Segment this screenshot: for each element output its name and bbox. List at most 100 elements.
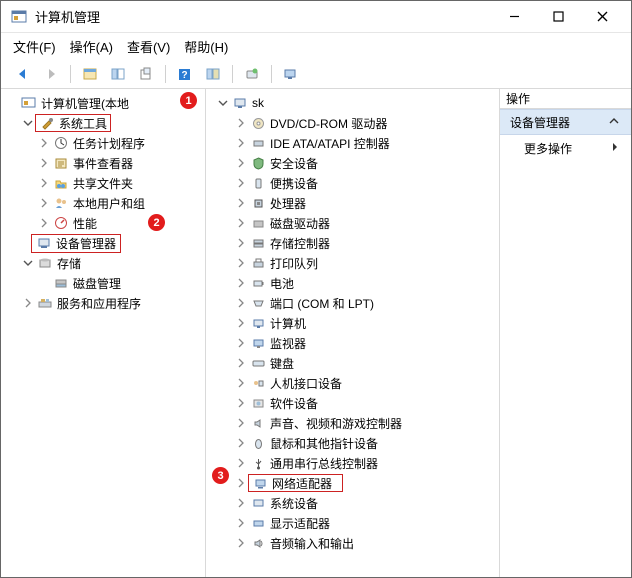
tree-services-apps[interactable]: 服务和应用程序 [3,293,203,313]
chevron-right-icon [234,216,248,230]
maximize-button[interactable] [545,4,571,30]
tree-root-computer-mgmt[interactable]: 计算机管理(本地 [3,93,203,113]
device-ide[interactable]: IDE ATA/ATAPI 控制器 [214,133,497,153]
tree-disk-management[interactable]: 磁盘管理 [3,273,203,293]
device-dvd[interactable]: DVD/CD-ROM 驱动器 [214,113,497,133]
minimize-button[interactable] [501,4,527,30]
computer-icon [232,95,248,111]
device-portable[interactable]: 便携设备 [214,173,497,193]
device-cpu[interactable]: 处理器 [214,193,497,213]
scan-hardware-button[interactable] [240,62,264,86]
device-mouse[interactable]: 鼠标和其他指针设备 [214,433,497,453]
device-audio-io[interactable]: 音频输入和输出 [214,533,497,553]
portable-icon [250,175,266,191]
forward-button[interactable] [39,62,63,86]
menu-action[interactable]: 操作(A) [70,37,113,56]
menu-view[interactable]: 查看(V) [127,37,170,56]
device-display[interactable]: 显示适配器 [214,513,497,533]
chevron-down-icon [21,256,35,270]
chevron-right-icon [234,356,248,370]
close-button[interactable] [589,4,615,30]
menu-file[interactable]: 文件(F) [13,37,56,56]
device-sysdev[interactable]: 系统设备 [214,493,497,513]
mouse-icon [250,435,266,451]
chevron-right-icon [234,176,248,190]
users-icon [53,195,69,211]
chevron-right-icon [234,336,248,350]
actions-pane: 操作 设备管理器 更多操作 [500,89,631,577]
tree-device-manager[interactable]: 设备管理器 [3,233,203,253]
disk-icon [250,215,266,231]
device-computer[interactable]: 计算机 [214,313,497,333]
keyboard-icon [250,355,266,371]
device-root[interactable]: sk [214,93,497,113]
device-network[interactable]: 网络适配器 [214,473,497,493]
display-adapter-icon [250,515,266,531]
computer-management-icon [21,95,37,111]
storage-icon [37,255,53,271]
device-keyboard[interactable]: 键盘 [214,353,497,373]
device-monitor[interactable]: 监视器 [214,333,497,353]
chevron-right-icon [234,396,248,410]
performance-icon [53,215,69,231]
menu-help[interactable]: 帮助(H) [184,37,228,56]
tree-local-users[interactable]: 本地用户和组 [3,193,203,213]
clock-icon [53,135,69,151]
device-sound[interactable]: 声音、视频和游戏控制器 [214,413,497,433]
chevron-right-icon [37,216,51,230]
device-storage-ctrl[interactable]: 存储控制器 [214,233,497,253]
software-icon [250,395,266,411]
chevron-right-icon [234,376,248,390]
chevron-right-icon [234,436,248,450]
device-manager-icon [36,235,52,251]
device-usb[interactable]: 通用串行总线控制器 [214,453,497,473]
device-diskdrive[interactable]: 磁盘驱动器 [214,213,497,233]
tree-performance[interactable]: 性能 [3,213,203,233]
chevron-right-icon [234,416,248,430]
properties-button[interactable] [106,62,130,86]
app-icon [11,9,27,25]
device-printq[interactable]: 打印队列 [214,253,497,273]
chevron-right-icon [37,176,51,190]
toolbar-sep [165,65,166,83]
device-hid[interactable]: 人机接口设备 [214,373,497,393]
collapse-icon [609,115,619,129]
shared-folder-icon [53,175,69,191]
export-button[interactable] [134,62,158,86]
system-icon [250,495,266,511]
help-button[interactable]: ? [173,62,197,86]
action-button[interactable] [201,62,225,86]
annotation-badge-3: 3 [212,467,229,484]
device-ports[interactable]: 端口 (COM 和 LPT) [214,293,497,313]
tree-system-tools[interactable]: 系统工具 [3,113,203,133]
tree-task-scheduler[interactable]: 任务计划程序 [3,133,203,153]
chevron-right-icon [234,516,248,530]
back-button[interactable] [11,62,35,86]
actions-more[interactable]: 更多操作 [500,135,631,161]
show-hide-tree-button[interactable] [78,62,102,86]
tree-event-viewer[interactable]: 事件查看器 [3,153,203,173]
chevron-right-icon [234,296,248,310]
chevron-right-icon [234,276,248,290]
chevron-right-icon [234,236,248,250]
chevron-down-icon [216,96,230,110]
device-battery[interactable]: 电池 [214,273,497,293]
services-icon [37,295,53,311]
device-security[interactable]: 安全设备 [214,153,497,173]
devices-button[interactable] [279,62,303,86]
chevron-right-icon [234,476,248,490]
chevron-right-icon [21,296,35,310]
tools-icon [39,115,55,131]
device-software[interactable]: 软件设备 [214,393,497,413]
device-tree[interactable]: 3 sk DVD/CD-ROM 驱动器 IDE ATA/ATAPI 控制器 安全… [206,89,500,577]
chevron-down-icon [5,96,19,110]
chevron-right-icon [234,496,248,510]
toolbar-sep [232,65,233,83]
chevron-right-icon [234,156,248,170]
window-title: 计算机管理 [35,7,501,26]
tree-shared-folders[interactable]: 共享文件夹 [3,173,203,193]
actions-section-title[interactable]: 设备管理器 [500,109,631,135]
scope-tree[interactable]: 1 2 计算机管理(本地 系统工具 任务计划程序 [1,89,206,577]
toolbar-sep [271,65,272,83]
tree-storage[interactable]: 存储 [3,253,203,273]
